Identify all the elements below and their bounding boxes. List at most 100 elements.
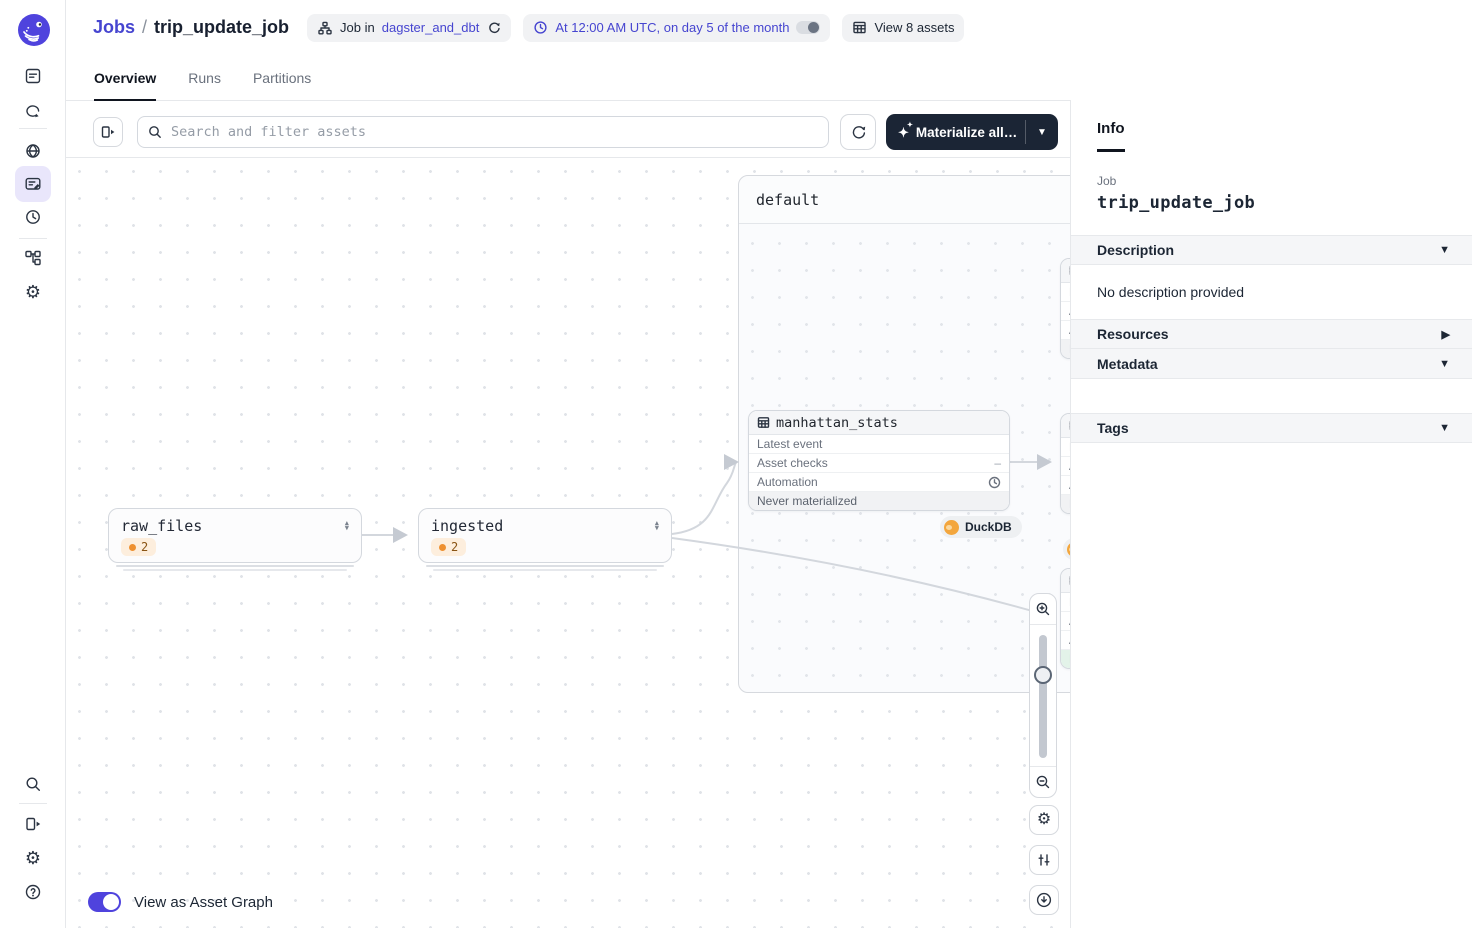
zoom-slider-track[interactable] (1039, 635, 1047, 758)
node-partial-mid[interactable]: Latest event Asset checks– Automation Ne… (1060, 413, 1070, 514)
table-icon (852, 20, 867, 35)
group-name: default (756, 190, 820, 209)
sidebar-item-expand-panel[interactable] (15, 806, 51, 842)
materialization-status: Materialized (1061, 650, 1070, 668)
node-partial-bottom[interactable]: Latest event Asset checks– Automation Ma… (1060, 568, 1070, 669)
status-dot (439, 543, 446, 551)
node-raw-files[interactable]: raw_files ▲ ▼ 2 (108, 508, 362, 571)
sidebar-divider (19, 803, 47, 804)
graph-toolbar: ✦✦ Materialize all… ▼ (66, 101, 1070, 158)
recenter-icon (1036, 892, 1052, 908)
zoom-in-button[interactable] (1030, 594, 1056, 624)
refresh-button[interactable] (840, 114, 876, 150)
info-tab-bar: Info (1071, 100, 1472, 157)
page-title: trip_update_job (154, 17, 290, 37)
chevron-down-icon: ▼ (1439, 422, 1450, 434)
zoom-slider-handle[interactable] (1034, 666, 1052, 684)
materialize-options-caret[interactable]: ▼ (1026, 114, 1058, 150)
job-location-badge[interactable]: Job in dagster_and_dbt (307, 13, 512, 42)
node-manhattan-stats[interactable]: manhattan_stats Latest event Asset check… (748, 410, 1010, 511)
graph-filters-button[interactable] (1029, 845, 1059, 875)
tab-runs[interactable]: Runs (188, 55, 221, 100)
expand-carets-icon[interactable]: ▲ ▼ (345, 520, 349, 532)
expand-carets-icon[interactable]: ▲ ▼ (655, 520, 659, 532)
search-input[interactable] (137, 116, 829, 148)
sparkle-icon: ✦ ✦ (898, 121, 913, 140)
asset-graph-canvas[interactable]: default raw_files ▲ ▼ 2 ingested ▲ ▼ 2 m… (66, 158, 1070, 928)
asset-search (137, 116, 829, 148)
sidebar-item-overview[interactable] (15, 58, 51, 94)
description-body: No description provided (1097, 284, 1245, 300)
hierarchy-icon (317, 20, 333, 36)
schedule-toggle[interactable] (796, 21, 821, 34)
dagster-logo-icon[interactable] (16, 12, 52, 48)
view-as-asset-graph: View as Asset Graph (88, 892, 273, 912)
recenter-button[interactable] (1029, 885, 1059, 915)
sidebar-divider (19, 128, 47, 129)
job-block: Job trip_update_job (1071, 157, 1472, 235)
section-description[interactable]: Description ▼ (1071, 235, 1472, 265)
gear-icon: ⚙ (1036, 811, 1052, 828)
sidebar-item-code-locations[interactable]: ⚙ (15, 274, 51, 310)
tab-bar: Overview Runs Partitions (66, 55, 1070, 101)
main-area: Jobs / trip_update_job Job in dagster_an… (66, 0, 1070, 928)
tab-overview[interactable]: Overview (94, 55, 157, 101)
graph-settings-button[interactable]: ⚙ (1029, 805, 1059, 835)
zoom-slider[interactable] (1030, 624, 1056, 767)
breadcrumb-separator: / (142, 17, 148, 37)
sidebar-divider (19, 238, 47, 239)
expand-panel-icon (23, 814, 43, 834)
sidebar-item-settings[interactable]: ⚙ (15, 840, 51, 876)
automation-row: Automation (757, 475, 818, 489)
section-tags[interactable]: Tags ▼ (1071, 413, 1472, 443)
reload-icon[interactable] (486, 20, 501, 35)
materialization-status: Never materialized (1061, 495, 1070, 513)
search-icon (23, 774, 43, 794)
node-label: ingested (431, 517, 504, 535)
filters-icon (1038, 854, 1050, 866)
code-location-link[interactable]: dagster_and_dbt (382, 20, 480, 35)
section-resources[interactable]: Resources ▶ (1071, 319, 1472, 349)
sidebar-item-deployment[interactable] (15, 133, 51, 169)
node-ingested[interactable]: ingested ▲ ▼ 2 (418, 508, 672, 571)
search-icon (147, 124, 163, 140)
materialization-status: Never materialized (1061, 340, 1070, 358)
asset-count-badge: 2 (121, 538, 157, 556)
materialize-all-label: Materialize all… (915, 124, 1018, 140)
help-icon (23, 882, 43, 902)
zoom-out-button[interactable] (1030, 767, 1056, 797)
globe-icon (23, 141, 43, 161)
schedule-badge[interactable]: At 12:00 AM UTC, on day 5 of the month (523, 13, 831, 42)
materialize-all-button[interactable]: ✦ ✦ Materialize all… ▼ (886, 114, 1058, 150)
sidebar-item-runs[interactable] (15, 93, 51, 129)
job-in-label: Job in (340, 20, 375, 35)
section-metadata[interactable]: Metadata ▼ (1071, 349, 1472, 379)
clock-icon (533, 20, 548, 35)
sidebar-item-help[interactable] (15, 874, 51, 910)
schedule-text: At 12:00 AM UTC, on day 5 of the month (555, 20, 790, 35)
sidebar-item-lineage[interactable] (15, 240, 51, 276)
view-assets-badge[interactable]: View 8 assets (842, 13, 965, 42)
materialization-status: Never materialized (749, 492, 1009, 510)
asset-name: manhattan_stats (776, 414, 898, 431)
breadcrumb-jobs-link[interactable]: Jobs (93, 17, 135, 38)
view-assets-label: View 8 assets (874, 20, 955, 35)
tab-info[interactable]: Info (1097, 120, 1125, 152)
sidebar-item-search[interactable] (15, 766, 51, 802)
duckdb-icon (944, 519, 959, 535)
sidebar-item-jobs[interactable] (15, 166, 51, 202)
collapse-panel-button[interactable] (93, 117, 123, 147)
chevron-down-icon: ▼ (1439, 357, 1450, 370)
sidebar: ⚙ ⚙ (0, 0, 66, 928)
asset-graph-toggle[interactable] (88, 892, 121, 912)
node-partial-top[interactable]: Latest event Asset checks– Automation Ne… (1060, 258, 1070, 359)
page-header: Jobs / trip_update_job Job in dagster_an… (66, 0, 1070, 55)
runs-icon (23, 101, 43, 121)
asset-checks-row: Asset checks (757, 456, 828, 470)
chevron-down-icon: ▼ (1439, 244, 1450, 256)
group-header[interactable]: default (739, 176, 1070, 224)
sidebar-item-schedules[interactable] (15, 199, 51, 235)
job-name: trip_update_job (1097, 193, 1256, 213)
tab-partitions[interactable]: Partitions (253, 55, 311, 100)
gear-icon: ⚙ (24, 282, 42, 302)
